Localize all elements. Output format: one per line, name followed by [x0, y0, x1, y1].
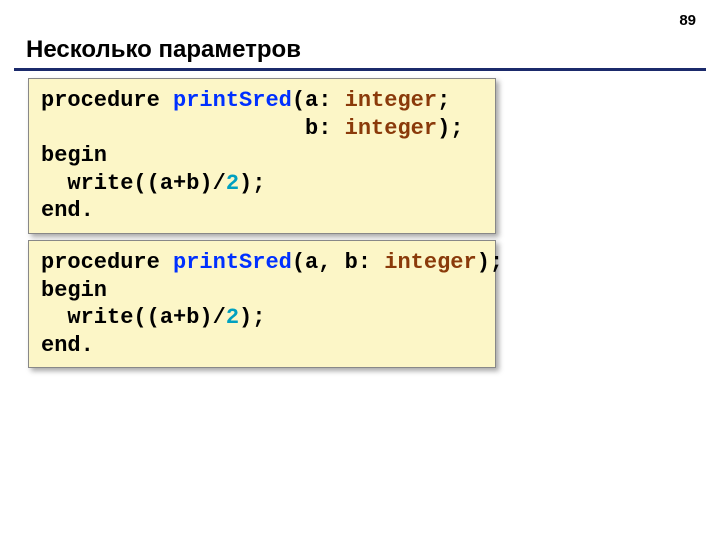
- code-text: write((a+b)/: [41, 305, 226, 330]
- code-text: ;: [437, 88, 450, 113]
- code-text: (a:: [292, 88, 345, 113]
- keyword-begin: begin: [41, 143, 107, 168]
- slide-title: Несколько параметров: [26, 36, 301, 64]
- keyword-procedure: procedure: [41, 88, 173, 113]
- code-text: );: [437, 116, 463, 141]
- code-text: );: [477, 250, 503, 275]
- proc-name: printSred: [173, 250, 292, 275]
- code-text: write((a+b)/: [41, 171, 226, 196]
- title-underline: [14, 68, 706, 71]
- literal-number: 2: [226, 171, 239, 196]
- code-text: (a, b:: [292, 250, 384, 275]
- keyword-end: end.: [41, 198, 94, 223]
- page-number: 89: [679, 12, 696, 29]
- keyword-end: end.: [41, 333, 94, 358]
- keyword-begin: begin: [41, 278, 107, 303]
- literal-number: 2: [226, 305, 239, 330]
- code-text: b:: [41, 116, 345, 141]
- keyword-procedure: procedure: [41, 250, 173, 275]
- type-integer: integer: [345, 88, 437, 113]
- type-integer: integer: [345, 116, 437, 141]
- code-block-2: procedure printSred(a, b: integer); begi…: [28, 240, 496, 368]
- code-block-1: procedure printSred(a: integer; b: integ…: [28, 78, 496, 234]
- proc-name: printSred: [173, 88, 292, 113]
- code-text: );: [239, 171, 265, 196]
- type-integer: integer: [384, 250, 476, 275]
- code-text: );: [239, 305, 265, 330]
